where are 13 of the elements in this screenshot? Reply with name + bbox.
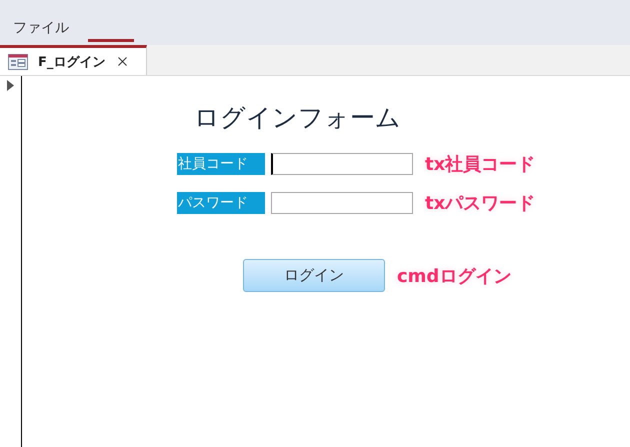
text-field[interactable] [271,192,413,214]
form-icon [8,54,28,70]
menu-item[interactable]: ファイル [13,19,69,37]
annotation-text: txパスワード [425,192,536,215]
annotation-text: tx社員コード [425,153,536,176]
document-tab[interactable]: F_ログイン [0,45,147,75]
form-title: ログインフォーム [194,102,402,134]
login-button[interactable]: ログイン [243,259,385,292]
text-field[interactable] [271,153,413,175]
field-label: パスワード [177,192,265,214]
annotation-text: cmdログイン [397,264,512,288]
field-label: 社員コード [177,153,265,175]
record-pointer-icon [7,80,14,91]
